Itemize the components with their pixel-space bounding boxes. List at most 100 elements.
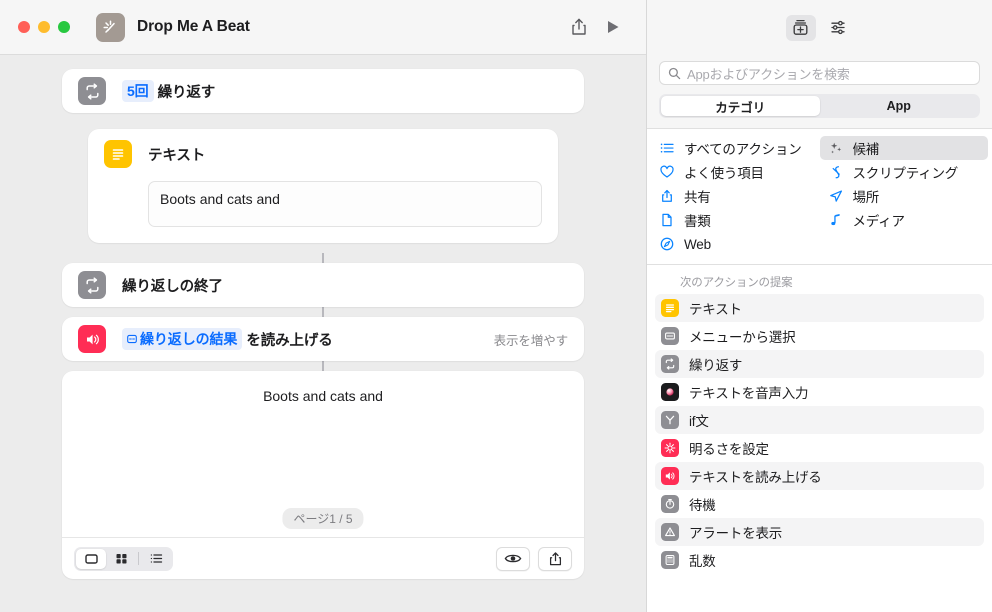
sidebar-item-label: 書類 <box>684 214 711 229</box>
list-item[interactable]: テキストを音声入力 <box>655 378 984 406</box>
sparkles-icon <box>828 141 844 155</box>
view-mode-group[interactable] <box>74 546 173 571</box>
action-card-repeat-end[interactable]: 繰り返しの終了 <box>62 263 584 307</box>
document-icon <box>659 213 675 227</box>
text-icon <box>104 140 132 168</box>
sidebar-item-label: 場所 <box>852 190 880 205</box>
sidebar-item-label: よく使う項目 <box>684 166 764 181</box>
list-view-button[interactable] <box>141 549 171 569</box>
list-item[interactable]: 明るさを設定 <box>655 434 984 462</box>
connector-line <box>322 307 324 317</box>
timer-icon <box>661 495 679 513</box>
sparkle-wand-icon <box>96 12 125 42</box>
search-icon <box>668 67 681 79</box>
brightness-icon <box>661 439 679 457</box>
tab-apps[interactable]: App <box>820 96 979 116</box>
grid-icon <box>116 554 126 564</box>
list-item-label: 繰り返す <box>689 358 743 373</box>
text-icon <box>661 299 679 317</box>
list-item[interactable]: テキスト <box>655 294 984 322</box>
connector-line <box>322 361 324 371</box>
list-item-label: if文 <box>689 414 709 429</box>
sidebar-item-scripting[interactable]: スクリプティング <box>820 160 989 184</box>
repeat-count-token[interactable]: 5回 <box>122 80 154 102</box>
minimize-button[interactable] <box>38 21 50 33</box>
action-library-button[interactable] <box>785 14 816 41</box>
sidebar-toolbar <box>647 0 992 55</box>
list-item[interactable]: テキストを読み上げる <box>655 462 984 490</box>
show-more-link[interactable]: 表示を増やす <box>494 330 569 349</box>
list-item[interactable]: 待機 <box>655 490 984 518</box>
list-item[interactable]: アラートを表示 <box>655 518 984 546</box>
run-button[interactable] <box>596 12 630 42</box>
sidebar-item-label: Web <box>684 236 711 252</box>
preview-panel: Boots and cats and ページ1 / 5 <box>62 371 584 579</box>
repeat-icon <box>661 355 679 373</box>
sidebar-item-documents[interactable]: 書類 <box>651 208 820 232</box>
sliders-icon <box>831 20 845 35</box>
preview-body: Boots and cats and ページ1 / 5 <box>62 371 584 537</box>
shortcuts-window: Drop Me A Beat 5回 繰り返す テキスト Boots and ca… <box>0 0 992 612</box>
list-item[interactable]: if文 <box>655 406 984 434</box>
sidebar-item-suggestions[interactable]: 候補 <box>819 136 988 160</box>
repeat-result-token[interactable]: 繰り返しの結果 <box>122 328 243 350</box>
search-input[interactable]: Appおよびアクションを検索 <box>659 61 980 85</box>
preview-right-buttons <box>496 546 572 571</box>
menu-select-icon <box>661 327 679 345</box>
speaker-icon <box>78 325 106 353</box>
location-arrow-icon <box>828 189 844 203</box>
category-column-left: すべてのアクション よく使う項目 共有 書類 Web <box>651 136 820 256</box>
variable-glyph-icon <box>127 334 137 344</box>
toolbar-divider <box>138 552 139 565</box>
play-icon <box>608 21 619 33</box>
calculator-icon <box>661 551 679 569</box>
action-label-repeat-start: 5回 繰り返す <box>122 80 215 102</box>
action-card-text[interactable]: テキスト Boots and cats and <box>88 129 558 243</box>
action-card-repeat-start[interactable]: 5回 繰り返す <box>62 69 584 113</box>
action-label-text: テキスト <box>148 147 206 164</box>
action-card-speak-text[interactable]: 繰り返しの結果 を読み上げる 表示を増やす <box>62 317 584 361</box>
sidebar-item-favorites[interactable]: よく使う項目 <box>651 160 820 184</box>
sidebar-item-share[interactable]: 共有 <box>651 184 820 208</box>
safari-compass-icon <box>659 237 675 251</box>
list-item[interactable]: 繰り返す <box>655 350 984 378</box>
text-input-field[interactable]: Boots and cats and <box>148 181 542 227</box>
workflow-canvas: 5回 繰り返す テキスト Boots and cats and 繰り返しの終了 … <box>0 55 646 612</box>
list-icon <box>150 554 162 563</box>
sidebar-search-area: Appおよびアクションを検索 カテゴリ App <box>647 55 992 128</box>
category-list: すべてのアクション よく使う項目 共有 書類 Web 候補 スクリプティング 場… <box>647 128 992 265</box>
share-icon <box>572 18 586 35</box>
sidebar-item-location[interactable]: 場所 <box>820 184 989 208</box>
sidebar-item-label: スクリプティング <box>852 166 959 181</box>
share-button[interactable] <box>538 546 572 571</box>
grid-view-button[interactable] <box>106 549 136 569</box>
list-item[interactable]: メニューから選択 <box>655 322 984 350</box>
page-title: Drop Me A Beat <box>137 18 250 35</box>
suggestions-list: 次のアクションの提案 テキスト メニューから選択 繰り返す テキストを音声入力 … <box>647 265 992 612</box>
sidebar-item-all-actions[interactable]: すべてのアクション <box>651 136 820 160</box>
sidebar-item-web[interactable]: Web <box>651 232 820 256</box>
list-item-label: テキストを読み上げる <box>689 470 822 485</box>
list-item-label: アラートを表示 <box>689 526 783 541</box>
share-button[interactable] <box>562 12 596 42</box>
share-icon <box>659 189 675 203</box>
shortcut-details-button[interactable] <box>824 15 854 41</box>
maximize-button[interactable] <box>58 21 70 33</box>
action-label-speak-text: 繰り返しの結果 を読み上げる <box>122 328 333 350</box>
list-item-label: メニューから選択 <box>689 330 796 345</box>
eye-icon <box>504 554 522 563</box>
alert-icon <box>661 523 679 541</box>
window-titlebar: Drop Me A Beat <box>0 0 646 55</box>
close-button[interactable] <box>18 21 30 33</box>
category-column-right: 候補 スクリプティング 場所 メディア <box>819 136 989 256</box>
single-view-button[interactable] <box>76 548 106 569</box>
sidebar-item-media[interactable]: メディア <box>820 208 989 232</box>
library-mode-segmented[interactable]: カテゴリ App <box>659 94 980 118</box>
tab-categories[interactable]: カテゴリ <box>661 96 820 116</box>
list-item-label: テキスト <box>689 302 742 317</box>
quicklook-button[interactable] <box>496 546 530 571</box>
connector-line <box>322 253 324 263</box>
page-indicator: ページ1 / 5 <box>282 508 364 529</box>
rectangle-icon <box>84 554 98 564</box>
list-item[interactable]: 乱数 <box>655 546 984 574</box>
